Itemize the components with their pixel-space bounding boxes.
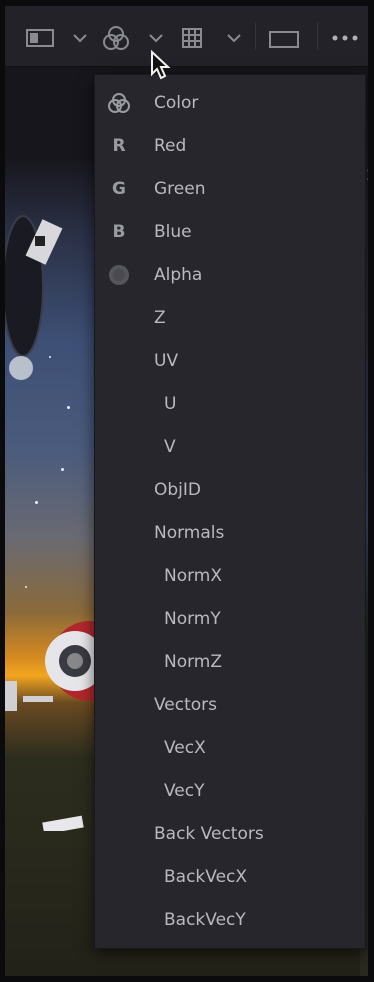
- mouse-cursor-icon: [151, 50, 171, 80]
- menu-item-vecy[interactable]: VecY: [95, 771, 365, 811]
- toolbar-separator: [255, 22, 256, 50]
- menu-item-label: Normals: [154, 523, 225, 543]
- menu-item-red[interactable]: R Red: [95, 126, 365, 166]
- menu-item-label: UV: [154, 351, 179, 371]
- menu-item-alpha[interactable]: Alpha: [95, 255, 365, 295]
- toolbar-separator: [317, 22, 318, 50]
- menu-item-v[interactable]: V: [95, 427, 365, 467]
- menu-item-label: VecY: [164, 781, 205, 801]
- aspect-frame-icon[interactable]: [267, 28, 301, 50]
- menu-item-label: Blue: [154, 222, 192, 242]
- color-channel-menu: Color R Red G Green B Blue Alpha Z UV U: [94, 74, 366, 949]
- menu-item-normx[interactable]: NormX: [95, 556, 365, 596]
- viewer-layout-icon[interactable]: [25, 28, 55, 48]
- menu-item-label: NormZ: [164, 652, 223, 672]
- satellite-object: [5, 215, 63, 380]
- chevron-down-icon[interactable]: [148, 32, 164, 44]
- grid-icon[interactable]: [179, 26, 205, 50]
- menu-item-normals[interactable]: Normals: [95, 513, 365, 553]
- menu-item-label: VecX: [164, 738, 206, 758]
- robot-object: [5, 621, 105, 831]
- menu-item-z[interactable]: Z: [95, 298, 365, 338]
- red-channel-icon: R: [112, 136, 126, 156]
- menu-item-label: NormY: [164, 609, 221, 629]
- menu-item-label: Red: [154, 136, 187, 156]
- menu-item-uv[interactable]: UV: [95, 341, 365, 381]
- menu-item-color[interactable]: Color: [95, 83, 365, 123]
- menu-item-green[interactable]: G Green: [95, 169, 365, 209]
- blue-channel-icon: B: [112, 222, 126, 242]
- viewer-window: 32 Color R Red G Green B Blue Alpha Z: [5, 6, 368, 976]
- menu-item-normy[interactable]: NormY: [95, 599, 365, 639]
- menu-item-label: BackVecX: [164, 867, 248, 887]
- alpha-icon: [107, 263, 131, 287]
- menu-item-vecx[interactable]: VecX: [95, 728, 365, 768]
- menu-item-label: Back Vectors: [154, 824, 264, 844]
- menu-item-label: Color: [154, 93, 199, 113]
- menu-item-label: Vectors: [154, 695, 218, 715]
- menu-item-label: Z: [154, 308, 166, 328]
- chevron-down-icon[interactable]: [226, 32, 242, 44]
- menu-item-blue[interactable]: B Blue: [95, 212, 365, 252]
- menu-item-back-vectors[interactable]: Back Vectors: [95, 814, 365, 854]
- chevron-down-icon[interactable]: [72, 32, 88, 44]
- menu-item-label: BackVecY: [164, 910, 246, 930]
- menu-item-label: Green: [154, 179, 206, 199]
- menu-item-label: ObjID: [154, 480, 201, 500]
- menu-item-label: Alpha: [154, 265, 203, 285]
- green-channel-icon: G: [112, 179, 126, 199]
- menu-item-backvecy[interactable]: BackVecY: [95, 900, 365, 940]
- menu-item-normz[interactable]: NormZ: [95, 642, 365, 682]
- menu-item-label: NormX: [164, 566, 223, 586]
- viewer-toolbar: [5, 6, 368, 67]
- more-options-icon[interactable]: [330, 30, 360, 46]
- color-rgb-icon: [107, 91, 131, 115]
- menu-item-backvecx[interactable]: BackVecX: [95, 857, 365, 897]
- menu-item-objid[interactable]: ObjID: [95, 470, 365, 510]
- menu-item-label: U: [164, 394, 177, 414]
- color-channel-icon[interactable]: [101, 24, 131, 52]
- menu-item-u[interactable]: U: [95, 384, 365, 424]
- menu-item-label: V: [164, 437, 176, 457]
- menu-item-vectors[interactable]: Vectors: [95, 685, 365, 725]
